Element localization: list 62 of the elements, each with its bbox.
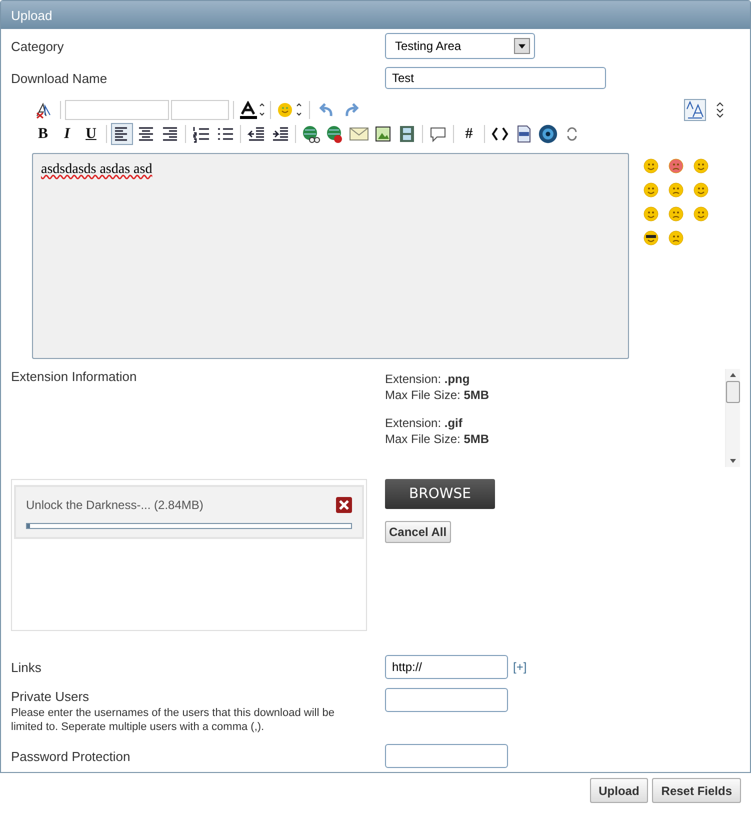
field-label: Download Name [11,70,108,86]
align-center-icon [137,125,155,143]
scrollbar[interactable] [725,369,740,467]
smiley-icon[interactable] [668,230,684,246]
undo-icon [317,101,335,119]
align-right-icon [161,125,179,143]
download-name-field[interactable]: Test [385,67,606,89]
font-color-icon [239,101,265,119]
toolbar-button[interactable]: I [56,123,78,145]
cancel-all-button[interactable]: Cancel All [385,521,451,543]
numbered-list-icon [192,125,210,143]
redo-icon [343,101,361,119]
smiley-icon[interactable] [693,182,709,198]
text-direction-icon[interactable] [684,99,706,121]
max-size-text: Max File Size: 5MB [385,431,490,447]
remove-format-icon [35,101,53,119]
extension-text: Extension: .png [385,371,471,387]
file-name: Unlock the Darkness-... (2.84MB) [26,498,204,512]
toolbar-button[interactable]: B [32,123,54,145]
field-label: Links [11,660,42,674]
indent-icon [271,125,289,143]
field-label: Category [11,38,65,54]
smiley-icon[interactable] [643,158,659,174]
reset-fields-button[interactable]: Reset Fields [652,778,741,803]
smiley-icon[interactable] [668,158,684,174]
add-link[interactable]: [+] [513,660,527,674]
close-icon[interactable] [336,497,352,513]
category-select[interactable]: Testing Area [385,33,535,59]
message-editor[interactable]: asdsdasds asdas asd [32,153,629,359]
field-label: Password Protection [11,748,132,764]
speech-bubble-icon [429,125,447,143]
panel-title: Upload [1,1,750,29]
php-file-icon [516,125,532,143]
toolbar-button[interactable]: U [80,123,102,145]
browse-button[interactable]: BROWSE [385,479,495,509]
password-field[interactable] [385,744,508,768]
field-label: Extension Information [11,369,138,384]
smiley-icon[interactable] [668,206,684,222]
scroll-up-icon[interactable] [729,371,737,379]
private-users-field[interactable] [385,688,508,712]
envelope-icon [349,126,369,142]
max-size-text: Max File Size: 5MB [385,387,490,403]
smiley-icon [276,101,304,119]
field-label: Private Users [11,689,90,704]
caret-icon [514,38,530,54]
image-icon [374,125,392,143]
scroll-thumb[interactable] [726,381,740,403]
code-icon [491,125,509,143]
smiley-icon[interactable] [643,182,659,198]
expand-toggle-icon[interactable] [714,101,726,119]
help-text: Please enter the usernames of the users that this download will be limited to. Seperate multiple users with a comma (,). [11,706,336,734]
smiley-icon[interactable] [643,206,659,222]
smiley-icon[interactable] [693,206,709,222]
smiley-icon[interactable] [643,230,659,246]
outdent-icon [247,125,265,143]
scroll-down-icon[interactable] [729,457,737,465]
smiley-icon[interactable] [668,182,684,198]
upload-button[interactable]: Upload [590,778,648,803]
extension-text: Extension: .gif [385,415,464,431]
smiley-icon[interactable] [693,158,709,174]
toolbar-button[interactable]: # [458,123,480,145]
link-field[interactable]: http:// [385,655,508,679]
